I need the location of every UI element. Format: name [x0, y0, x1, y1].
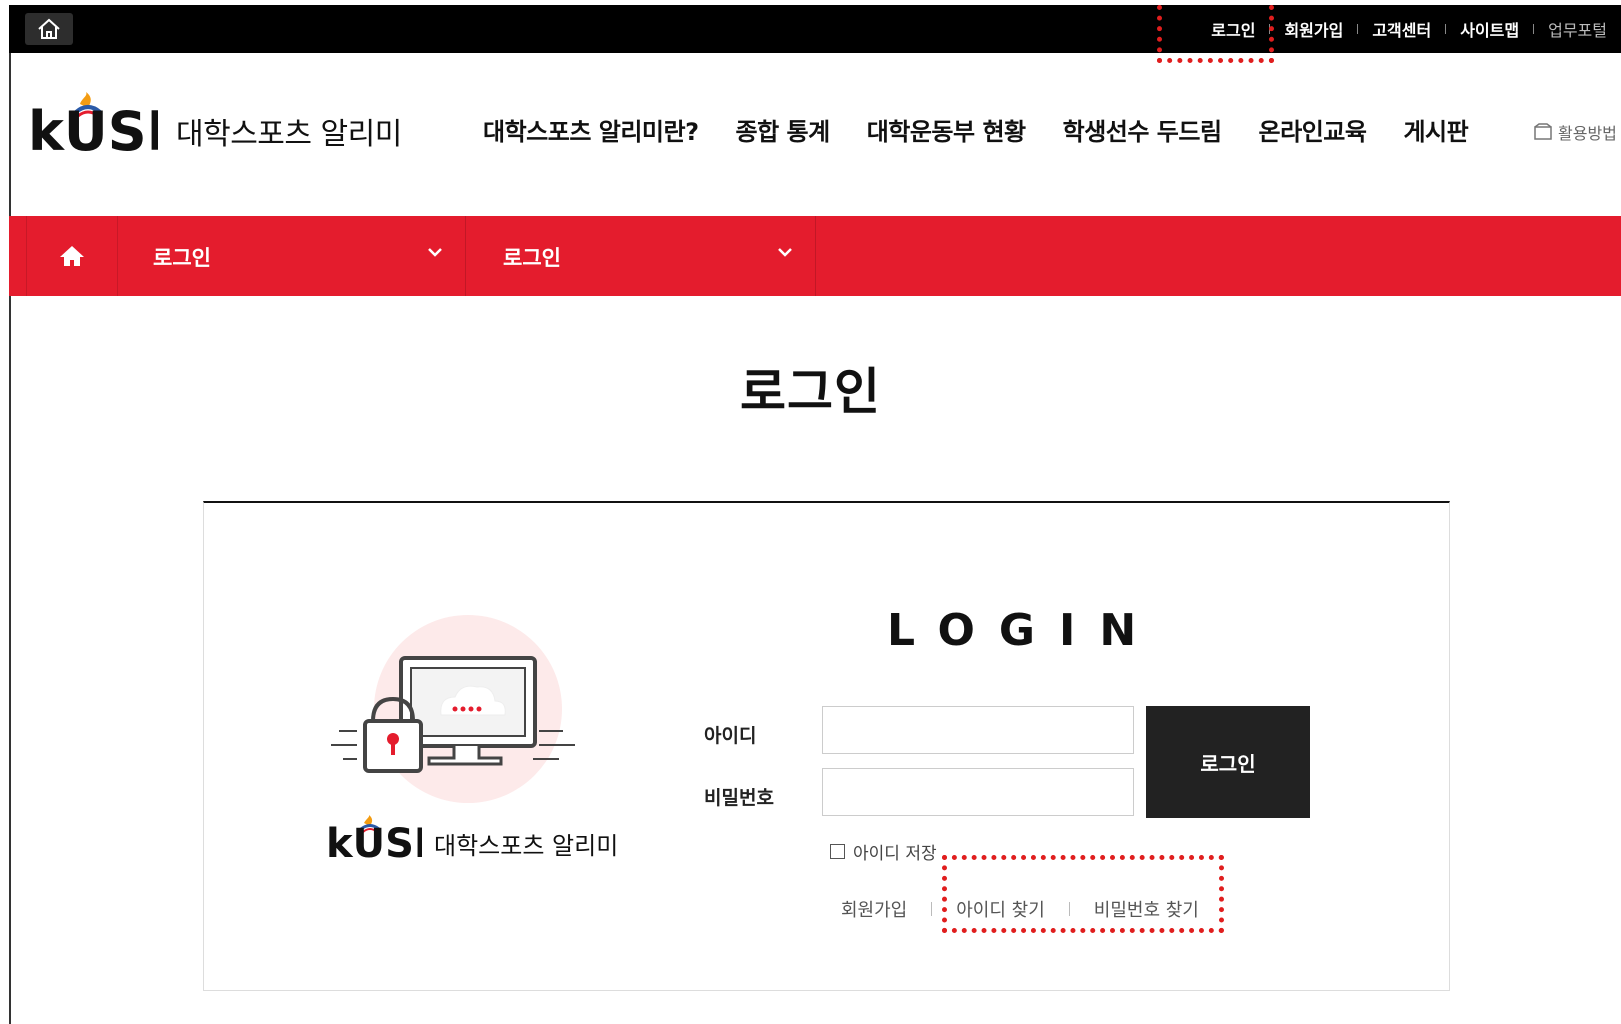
site-logo[interactable]: kUSF 대학스포츠 알리미: [28, 92, 402, 170]
nav-board[interactable]: 게시판: [1403, 112, 1468, 147]
login-heading: LOGIN: [887, 605, 1161, 656]
id-label: 아이디: [704, 725, 757, 747]
nav-about[interactable]: 대학스포츠 알리미란?: [483, 112, 699, 147]
remember-id-checkbox[interactable]: 아이디 저장: [830, 839, 937, 864]
top-utility-bar: 로그인 회원가입 고객센터 사이트맵 업무포털: [9, 5, 1621, 53]
divider: [1068, 902, 1070, 916]
login-submit-button[interactable]: 로그인: [1146, 706, 1310, 818]
id-input[interactable]: [822, 706, 1134, 754]
nav-education[interactable]: 온라인교육: [1259, 112, 1367, 147]
site-name: 대학스포츠 알리미: [176, 117, 402, 152]
util-signup-link[interactable]: 회원가입: [1270, 17, 1357, 41]
nav-teams[interactable]: 대학운동부 현황: [867, 112, 1026, 147]
divider: [931, 902, 933, 916]
nav-dodream[interactable]: 학생선수 두드림: [1063, 112, 1222, 147]
home-button[interactable]: [25, 13, 73, 45]
util-portal-link[interactable]: 업무포털: [1534, 17, 1621, 41]
svg-text:kUSF: kUSF: [28, 100, 158, 163]
guide-icon: [1534, 123, 1552, 140]
location-dropdown-depth1[interactable]: 로그인: [116, 216, 466, 296]
svg-text:kUSF: kUSF: [326, 821, 422, 867]
location-dropdown-depth2[interactable]: 로그인: [466, 216, 816, 296]
util-sitemap-link[interactable]: 사이트맵: [1446, 17, 1533, 41]
kusf-logo-icon: kUSF: [28, 92, 158, 163]
page-title: 로그인: [740, 363, 881, 421]
kusf-logo-icon: kUSF: [326, 815, 422, 867]
utility-links: 로그인 회원가입 고객센터 사이트맵 업무포털: [1197, 5, 1621, 53]
main-navigation: 대학스포츠 알리미란? 종합 통계 대학운동부 현황 학생선수 두드림 온라인교…: [483, 112, 1505, 147]
location-bar: 로그인 로그인: [9, 216, 1621, 296]
location-depth2-label: 로그인: [503, 246, 561, 270]
password-label: 비밀번호: [704, 787, 774, 809]
util-support-link[interactable]: 고객센터: [1358, 17, 1445, 41]
find-password-link[interactable]: 비밀번호 찾기: [1094, 896, 1199, 922]
util-login-link[interactable]: 로그인: [1197, 17, 1269, 41]
remember-id-label: 아이디 저장: [853, 844, 937, 864]
login-illustration: [331, 615, 575, 803]
login-brand-name: 대학스포츠 알리미: [434, 831, 619, 860]
login-brand: kUSF 대학스포츠 알리미: [326, 815, 618, 871]
guide-link[interactable]: 활용방법: [1533, 120, 1617, 144]
checkbox-icon: [830, 844, 845, 859]
password-input[interactable]: [822, 768, 1134, 816]
login-links: 회원가입 아이디 찾기 비밀번호 찾기: [841, 896, 1199, 922]
home-icon: [60, 246, 84, 266]
guide-label: 활용방법: [1558, 124, 1617, 143]
chevron-down-icon: [428, 248, 442, 257]
signup-link[interactable]: 회원가입: [841, 896, 907, 922]
location-depth1-label: 로그인: [153, 246, 211, 270]
chevron-down-icon: [778, 248, 792, 257]
home-icon: [38, 18, 60, 39]
location-home-button[interactable]: [26, 216, 118, 296]
login-panel: kUSF 대학스포츠 알리미 LOGIN 아이디 비밀번호 로그인 아이디 저장…: [203, 501, 1450, 991]
nav-statistics[interactable]: 종합 통계: [736, 112, 831, 147]
find-id-link[interactable]: 아이디 찾기: [956, 896, 1045, 922]
